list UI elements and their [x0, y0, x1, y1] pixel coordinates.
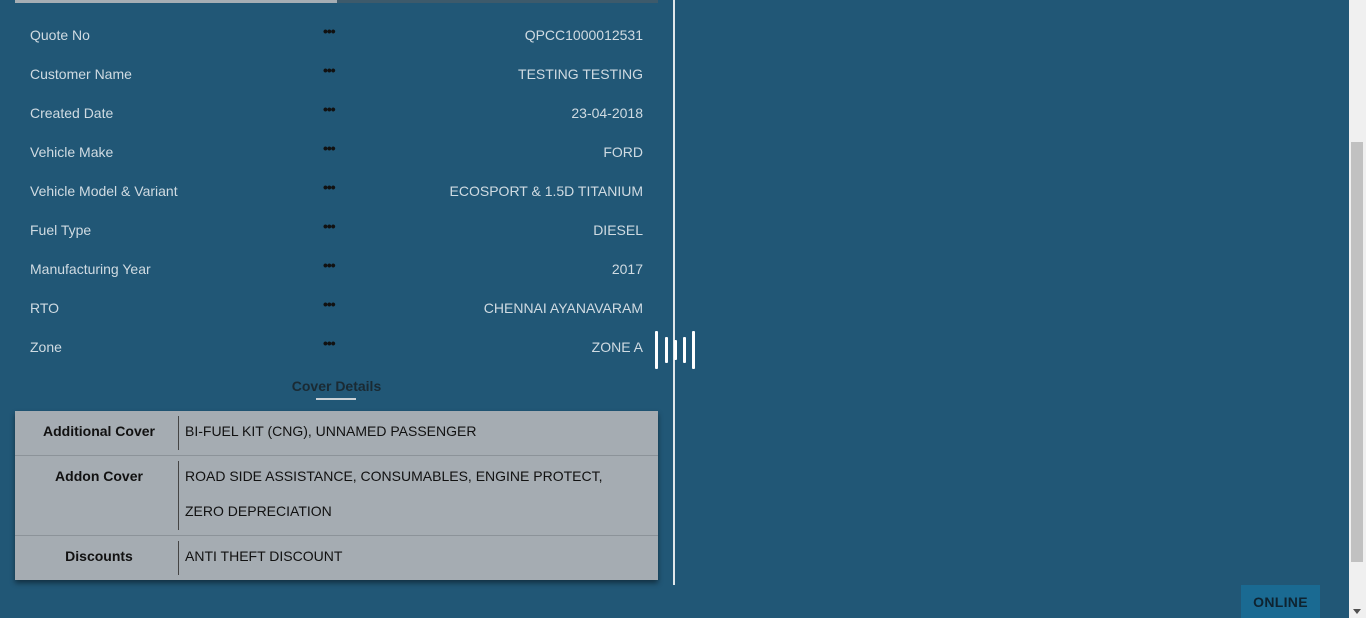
cover-value-line1: ROAD SIDE ASSISTANCE, CONSUMABLES, ENGIN…: [185, 468, 603, 484]
top-progress-fill: [15, 0, 337, 3]
resize-handle-icon[interactable]: [655, 330, 697, 370]
detail-value: ECOSPORT & 1.5D TITANIUM: [449, 183, 643, 199]
cover-divider: [178, 461, 179, 530]
detail-value: ZONE A: [591, 339, 643, 355]
separator-dots: •••: [323, 335, 336, 351]
cover-key: Discounts: [65, 548, 133, 564]
detail-label: Created Date: [30, 105, 114, 121]
detail-value: 23-04-2018: [571, 105, 643, 121]
detail-label: RTO: [30, 300, 60, 316]
detail-row-zone: Zone ••• ZONE A: [15, 327, 658, 366]
detail-value: QPCC1000012531: [524, 27, 643, 43]
cover-divider: [178, 541, 179, 575]
cover-value: BI-FUEL KIT (CNG), UNNAMED PASSENGER: [185, 423, 477, 439]
vertical-scrollbar[interactable]: [1349, 0, 1366, 618]
online-button[interactable]: ONLINE: [1241, 585, 1320, 618]
cover-value: ANTI THEFT DISCOUNT: [185, 548, 343, 564]
separator-dots: •••: [323, 140, 336, 156]
detail-label: Quote No: [30, 27, 90, 43]
detail-row-vehicle-model: Vehicle Model & Variant ••• ECOSPORT & 1…: [15, 171, 658, 210]
scrollbar-thumb[interactable]: [1351, 142, 1363, 562]
cover-row-addon: Addon Cover ROAD SIDE ASSISTANCE, CONSUM…: [15, 456, 658, 536]
scroll-down-arrow-icon[interactable]: [1353, 609, 1361, 614]
detail-label: Vehicle Make: [30, 144, 114, 160]
cover-key: Additional Cover: [42, 423, 155, 439]
cover-details-table: Additional Cover BI-FUEL KIT (CNG), UNNA…: [15, 411, 658, 580]
cover-value-line2: ZERO DEPRECIATION: [185, 503, 332, 519]
separator-dots: •••: [323, 179, 336, 195]
detail-label: Zone: [30, 339, 62, 355]
cover-divider: [178, 416, 179, 450]
detail-row-fuel-type: Fuel Type ••• DIESEL: [15, 210, 658, 249]
detail-value: CHENNAI AYANAVARAM: [483, 300, 643, 316]
detail-row-rto: RTO ••• CHENNAI AYANAVARAM: [15, 288, 658, 327]
cover-details-title: Cover Details: [291, 378, 382, 394]
detail-row-quote-no: Quote No ••• QPCC1000012531: [15, 15, 658, 54]
cover-title-underline: [316, 398, 356, 400]
detail-label: Vehicle Model & Variant: [30, 183, 178, 199]
detail-row-customer-name: Customer Name ••• TESTING TESTING: [15, 54, 658, 93]
detail-label: Customer Name: [30, 66, 132, 82]
separator-dots: •••: [323, 218, 336, 234]
cover-key: Addon Cover: [55, 468, 143, 484]
detail-row-created-date: Created Date ••• 23-04-2018: [15, 93, 658, 132]
detail-value: FORD: [603, 144, 643, 160]
detail-label: Manufacturing Year: [30, 261, 151, 277]
separator-dots: •••: [323, 23, 336, 39]
top-progress-bar: [15, 0, 658, 3]
detail-value: 2017: [611, 261, 643, 277]
detail-row-vehicle-make: Vehicle Make ••• FORD: [15, 132, 658, 171]
separator-dots: •••: [323, 101, 336, 117]
panel-divider-line[interactable]: [673, 0, 675, 585]
separator-dots: •••: [323, 296, 336, 312]
detail-value: DIESEL: [593, 222, 643, 238]
quote-details-list: Quote No ••• QPCC1000012531 Customer Nam…: [15, 15, 658, 366]
cover-row-discounts: Discounts ANTI THEFT DISCOUNT: [15, 536, 658, 580]
separator-dots: •••: [323, 62, 336, 78]
detail-label: Fuel Type: [30, 222, 92, 238]
cover-row-additional: Additional Cover BI-FUEL KIT (CNG), UNNA…: [15, 411, 658, 456]
detail-value: TESTING TESTING: [518, 66, 643, 82]
detail-row-manufacturing-year: Manufacturing Year ••• 2017: [15, 249, 658, 288]
separator-dots: •••: [323, 257, 336, 273]
